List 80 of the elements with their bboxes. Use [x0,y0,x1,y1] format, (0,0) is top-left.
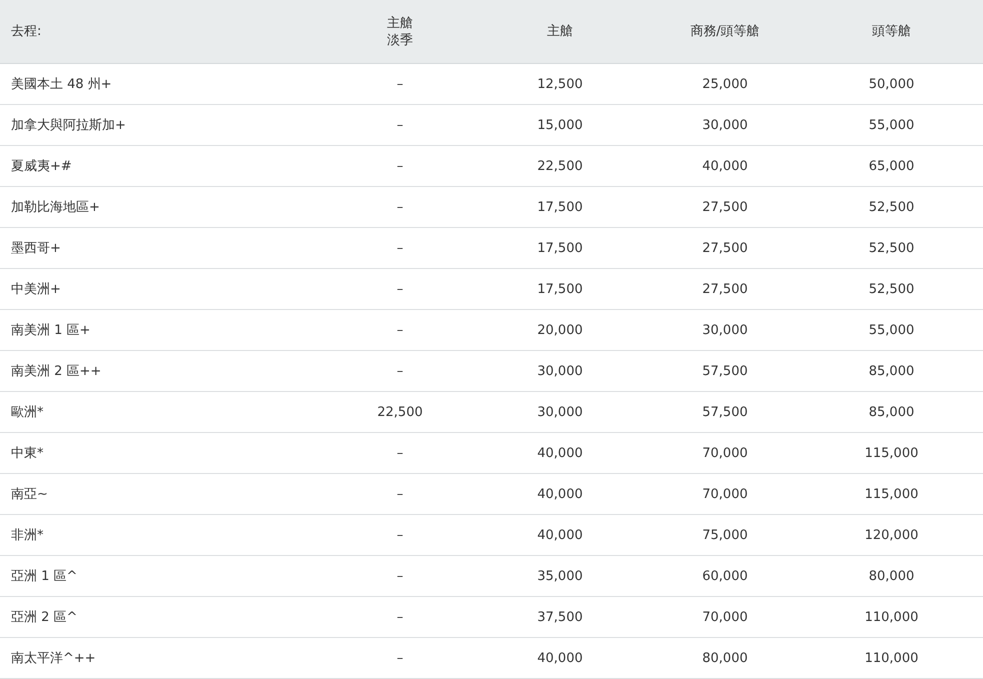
table-cell: 57,500 [702,404,748,420]
table-cell-text: 非洲* [10,526,44,544]
table-cell: – [396,198,404,216]
table-cell: 70,000 [702,608,748,626]
table-cell: 75,000 [702,526,748,544]
table-cell: 40,000 [537,650,583,666]
table-cell: 40,000 [537,526,583,544]
column-header: 頭等艙 [872,23,911,40]
table-cell: 12,500 [537,76,583,92]
table-cell: 22,500 [377,404,423,420]
table-cell: – [396,650,404,666]
table-cell: 55,000 [868,116,914,134]
table-cell: 85,000 [868,404,914,420]
table-cell-text: 墨西哥+ [10,240,61,256]
table-cell: 110,000 [864,650,918,666]
table-cell: 20,000 [537,322,583,338]
table-cell: 55,000 [868,322,914,338]
table-cell: – [396,608,404,626]
table-cell: 30,000 [537,404,583,420]
table-cell: 15,000 [537,116,583,134]
table-cell-text: 歐洲* [10,404,44,420]
table-cell: 27,500 [702,240,748,256]
table-cell: – [396,240,404,256]
table-cell: – [396,362,404,380]
table-cell: – [396,280,404,298]
table-cell: – [396,568,404,584]
table-cell: 60,000 [702,568,748,584]
table-cell: 52,500 [868,280,914,298]
table-cell: 85,000 [868,362,914,380]
table-cell: – [396,322,404,338]
table-cell: – [396,116,404,134]
table-cell: 27,500 [702,198,748,216]
table-cell: 30,000 [537,362,583,380]
table-cell-text: 南太平洋^++ [10,650,96,666]
column-header: 主艙 [547,23,573,40]
table-cell: 115,000 [864,444,918,462]
table-cell-text: 南美洲 1 區+ [10,322,90,338]
table-cell: 52,500 [868,240,914,256]
table-cell-text: 美國本土 48 州+ [10,76,112,92]
table-cell-text: 中東* [10,444,44,462]
table-cell: – [396,158,404,174]
table-cell: 30,000 [702,116,748,134]
table-cell: 40,000 [537,444,583,462]
table-cell: 22,500 [537,158,583,174]
table-cell: – [396,76,404,92]
table-cell: 17,500 [537,280,583,298]
table-cell: 120,000 [864,526,918,544]
table-cell-text: 亞洲 2 區^ [10,608,78,626]
table-cell: 115,000 [864,486,918,502]
table-cell: 70,000 [702,486,748,502]
table-cell: 35,000 [537,568,583,584]
table-cell: 30,000 [702,322,748,338]
table-cell: 110,000 [864,608,918,626]
column-header: 去程: [10,23,42,40]
table-cell: 80,000 [702,650,748,666]
table-cell: 65,000 [868,158,914,174]
table-cell: 25,000 [702,76,748,92]
table-cell-text: 亞洲 1 區^ [10,568,78,584]
table-cell: 27,500 [702,280,748,298]
table-cell: 70,000 [702,444,748,462]
table-cell: – [396,526,404,544]
table-cell-text: 中美洲+ [10,280,61,298]
table-cell: 40,000 [537,486,583,502]
table-cell: – [396,486,404,502]
table-cell: 17,500 [537,240,583,256]
column-header: 商務/頭等艙 [690,23,760,40]
table-cell: 50,000 [868,76,914,92]
table-cell-text: 南美洲 2 區++ [10,362,102,380]
table-cell: 40,000 [702,158,748,174]
table-cell-text: 夏威夷+# [10,158,72,174]
table-cell: – [396,444,404,462]
table-cell: 37,500 [537,608,583,626]
column-header: 主艙淡季 [386,14,414,48]
table-cell-text: 南亞~ [10,486,48,502]
table-cell: 80,000 [868,568,914,584]
table-cell: 52,500 [868,198,914,216]
table-cell: 57,500 [702,362,748,380]
table-cell: 17,500 [537,198,583,216]
table-cell-text: 加勒比海地區+ [10,198,100,216]
table-cell-text: 加拿大與阿拉斯加+ [10,116,126,134]
